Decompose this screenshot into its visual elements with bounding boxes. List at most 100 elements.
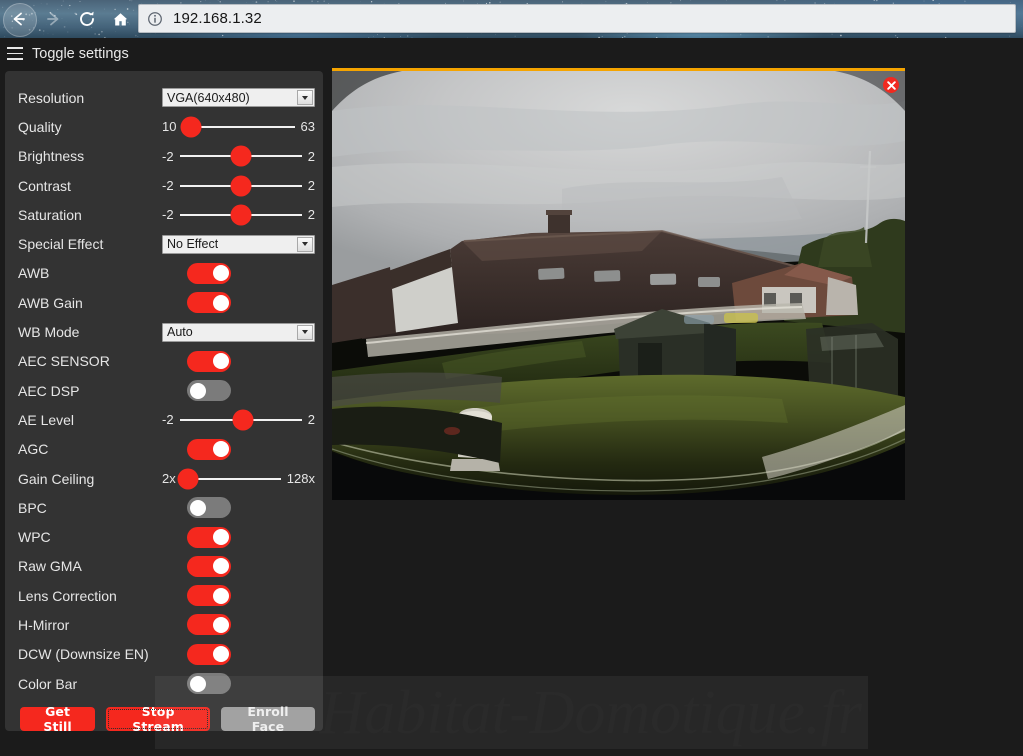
site-info-icon[interactable] xyxy=(147,11,163,27)
slider-track[interactable] xyxy=(179,204,302,226)
setting-label: AWB Gain xyxy=(18,294,83,311)
toggle-awb[interactable] xyxy=(187,262,231,284)
setting-label: AEC SENSOR xyxy=(18,353,110,370)
action-button-row: Get Still Stop Stream Enroll Face xyxy=(13,704,315,734)
settings-panel: Resolution VGA(640x480) Quality 10 63 Brightn… xyxy=(5,71,323,734)
setting-control: No Effect xyxy=(162,229,315,258)
slider-thumb[interactable] xyxy=(230,175,252,197)
setting-label: AE Level xyxy=(18,411,75,428)
toggle-knob xyxy=(212,294,229,311)
setting-row: Resolution VGA(640x480) xyxy=(13,83,315,112)
slider-track[interactable] xyxy=(179,145,302,167)
setting-row: Brightness -2 2 xyxy=(13,142,315,171)
slider-track[interactable] xyxy=(179,175,302,197)
home-button[interactable] xyxy=(105,4,135,34)
setting-row: DCW (Downsize EN) xyxy=(13,640,315,669)
select-resolution[interactable]: VGA(640x480) xyxy=(162,88,315,108)
back-button[interactable] xyxy=(3,3,37,37)
slider-track[interactable] xyxy=(179,409,302,431)
toggle-awb-gain[interactable] xyxy=(187,292,231,314)
setting-row: Saturation -2 2 xyxy=(13,200,315,229)
toggle-lens-correction[interactable] xyxy=(187,585,231,607)
setting-row: Special Effect No Effect xyxy=(13,229,315,258)
forward-button xyxy=(38,4,68,34)
settings-rows: Resolution VGA(640x480) Quality 10 63 Brightn… xyxy=(13,83,315,698)
setting-label: Color Bar xyxy=(18,675,78,692)
setting-control: -2 2 xyxy=(162,171,315,200)
setting-control xyxy=(165,376,315,405)
toggle-knob xyxy=(212,558,229,575)
setting-row: AEC DSP xyxy=(13,376,315,405)
slider-ae-level[interactable]: -2 2 xyxy=(162,409,315,431)
slider-thumb[interactable] xyxy=(180,116,202,138)
slider-min-label: 10 xyxy=(162,119,177,135)
toggle-knob xyxy=(212,529,229,546)
setting-row: Quality 10 63 xyxy=(13,112,315,141)
chevron-down-icon[interactable] xyxy=(297,90,313,106)
slider-max-label: 2 xyxy=(307,207,315,223)
toggle-knob xyxy=(212,646,229,663)
toggle-aec-dsp[interactable] xyxy=(187,380,231,402)
slider-brightness[interactable]: -2 2 xyxy=(162,145,315,167)
chevron-down-icon[interactable] xyxy=(297,324,313,340)
close-icon xyxy=(886,80,896,90)
camera-stream-image xyxy=(332,71,905,500)
slider-quality[interactable]: 10 63 xyxy=(162,116,315,138)
setting-control xyxy=(165,552,315,581)
slider-min-label: -2 xyxy=(162,178,174,194)
setting-control xyxy=(165,640,315,669)
close-stream-button[interactable] xyxy=(883,77,899,93)
setting-control: 10 63 xyxy=(162,112,315,141)
setting-control xyxy=(165,669,315,698)
setting-row: Lens Correction xyxy=(13,581,315,610)
address-bar[interactable]: 192.168.1.32 xyxy=(138,4,1016,33)
setting-row: BPC xyxy=(13,493,315,522)
setting-control: -2 2 xyxy=(162,142,315,171)
slider-max-label: 2 xyxy=(307,412,315,428)
slider-max-label: 63 xyxy=(300,119,315,135)
toggle-settings-label[interactable]: Toggle settings xyxy=(32,46,129,62)
select-value: VGA(640x480) xyxy=(167,90,250,105)
select-wb-mode[interactable]: Auto xyxy=(162,322,315,342)
toggle-wpc[interactable] xyxy=(187,526,231,548)
setting-label: WPC xyxy=(18,529,51,546)
setting-control xyxy=(165,493,315,522)
toggle-bpc[interactable] xyxy=(187,497,231,519)
setting-label: Lens Correction xyxy=(18,587,117,604)
browser-chrome: 192.168.1.32 xyxy=(0,0,1023,38)
toggle-color-bar[interactable] xyxy=(187,673,231,695)
toggle-h-mirror[interactable] xyxy=(187,614,231,636)
slider-thumb[interactable] xyxy=(230,145,252,167)
reload-button[interactable] xyxy=(72,4,102,34)
hamburger-icon[interactable] xyxy=(7,47,23,60)
toggle-dcw-downsize-en-[interactable] xyxy=(187,643,231,665)
setting-label: DCW (Downsize EN) xyxy=(18,646,149,663)
slider-saturation[interactable]: -2 2 xyxy=(162,204,315,226)
select-special-effect[interactable]: No Effect xyxy=(162,234,315,254)
setting-row: Raw GMA xyxy=(13,552,315,581)
setting-label: Raw GMA xyxy=(18,558,82,575)
toggle-knob xyxy=(189,382,206,399)
slider-track[interactable] xyxy=(177,468,281,489)
slider-min-label: -2 xyxy=(162,148,174,164)
slider-contrast[interactable]: -2 2 xyxy=(162,175,315,197)
slider-track[interactable] xyxy=(180,116,295,138)
setting-row: WPC xyxy=(13,522,315,551)
toggle-raw-gma[interactable] xyxy=(187,555,231,577)
setting-label: WB Mode xyxy=(18,324,80,341)
slider-thumb[interactable] xyxy=(232,409,254,431)
slider-gain-ceiling[interactable]: 2x 128x xyxy=(162,468,315,489)
get-still-button[interactable]: Get Still xyxy=(20,704,96,734)
stop-stream-button[interactable]: Stop Stream xyxy=(106,704,210,734)
setting-label: Brightness xyxy=(18,148,85,165)
toggle-aec-sensor[interactable] xyxy=(187,350,231,372)
page-header-bar: Toggle settings xyxy=(0,38,1023,69)
reload-icon xyxy=(80,11,94,26)
slider-thumb[interactable] xyxy=(177,468,199,489)
slider-thumb[interactable] xyxy=(230,204,252,226)
setting-label: AEC DSP xyxy=(18,382,80,399)
setting-control: -2 2 xyxy=(162,200,315,229)
toggle-agc[interactable] xyxy=(187,438,231,460)
slider-max-label: 2 xyxy=(307,178,315,194)
chevron-down-icon[interactable] xyxy=(297,236,313,252)
